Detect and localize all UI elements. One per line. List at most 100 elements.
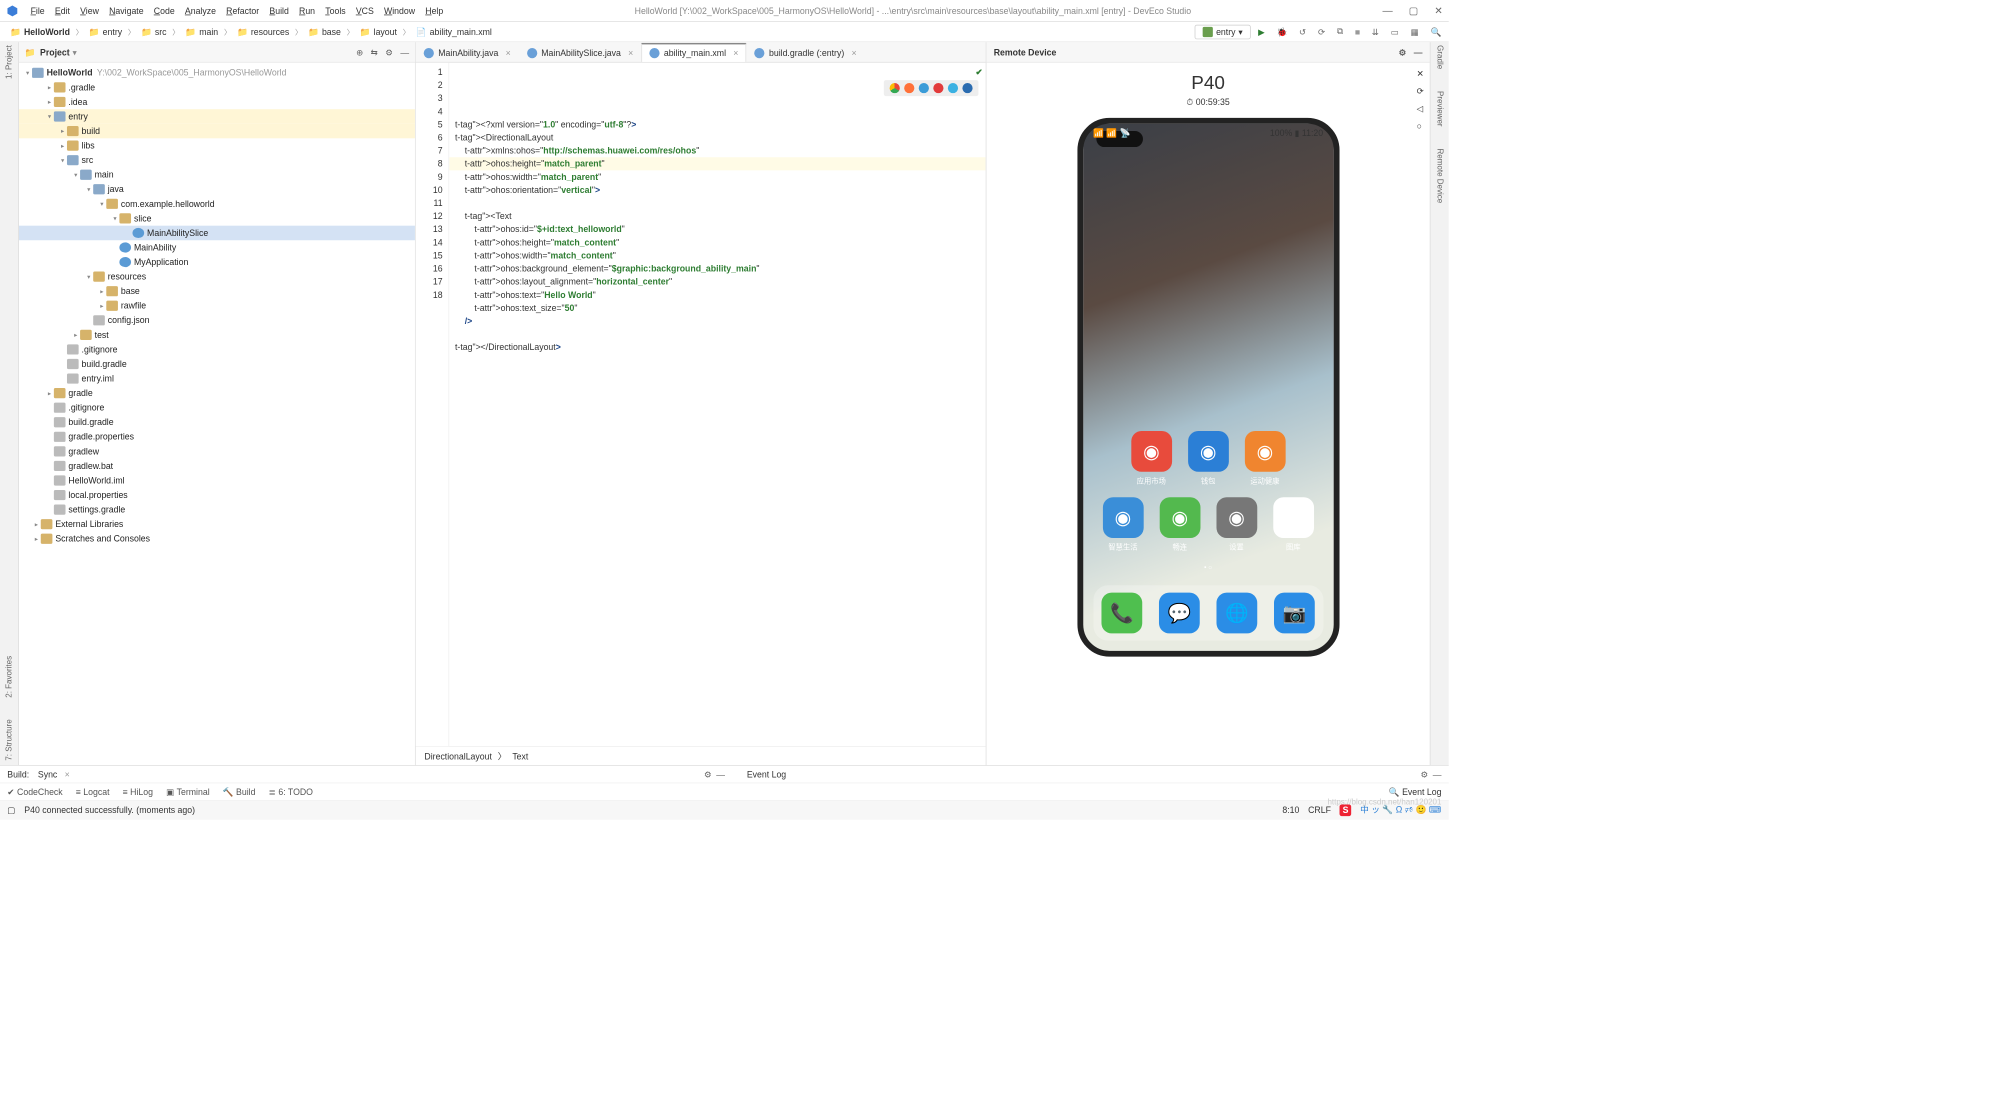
tree-node[interactable]: ▸base xyxy=(19,284,415,299)
tree-node[interactable]: ▸build xyxy=(19,124,415,139)
tree-node[interactable]: gradle.properties xyxy=(19,430,415,445)
breadcrumb-item[interactable]: 📁 resources xyxy=(234,25,292,38)
tool-tab-previewer[interactable]: Previewer xyxy=(1435,91,1444,127)
gear-icon[interactable]: ⚙ xyxy=(1420,769,1428,779)
menu-edit[interactable]: Edit xyxy=(55,5,70,15)
code-line[interactable]: /> xyxy=(455,314,986,327)
code-line[interactable]: t-attr">ohos:background_element="$graphi… xyxy=(455,262,986,275)
bottom-tab-build[interactable]: 🔨 Build xyxy=(223,787,256,797)
tree-node[interactable]: build.gradle xyxy=(19,415,415,430)
tree-node[interactable]: ▸rawfile xyxy=(19,298,415,313)
menu-tools[interactable]: Tools xyxy=(325,5,345,15)
tree-node[interactable]: ▾main xyxy=(19,167,415,182)
tree-node[interactable]: ▸External Libraries xyxy=(19,517,415,532)
code-line[interactable]: t-attr">ohos:id="$+id:text_helloworld" xyxy=(455,223,986,236)
line-separator[interactable]: CRLF xyxy=(1308,805,1331,815)
hide-icon[interactable]: — xyxy=(1433,769,1442,779)
close-button[interactable]: ✕ xyxy=(1434,4,1443,16)
settings-icon[interactable]: ⚙ xyxy=(1399,47,1407,57)
tree-node[interactable]: ▸.idea xyxy=(19,95,415,110)
dock-icon[interactable]: 📞 xyxy=(1101,593,1142,634)
tool-tab-gradle[interactable]: Gradle xyxy=(1435,45,1444,69)
avd-button[interactable]: ▭ xyxy=(1391,27,1399,37)
opera-icon[interactable] xyxy=(933,83,943,93)
editor-tab[interactable]: MainAbility.java× xyxy=(416,43,519,62)
editor-tab[interactable]: ability_main.xml× xyxy=(641,43,746,62)
safari-icon[interactable] xyxy=(919,83,929,93)
app-icon[interactable]: ◉智慧生活 xyxy=(1103,497,1144,552)
code-editor[interactable]: ✔ t-tag"><?xml version="1.0" encoding="u… xyxy=(449,63,986,747)
app-icon[interactable]: ◉应用市场 xyxy=(1131,431,1172,486)
dock-icon[interactable]: 🌐 xyxy=(1216,593,1257,634)
tree-node[interactable]: MainAbility xyxy=(19,240,415,255)
bottom-tab-terminal[interactable]: ▣ Terminal xyxy=(166,787,210,797)
debug-button[interactable]: 🐞 xyxy=(1276,27,1287,37)
close-tab-icon[interactable]: × xyxy=(65,769,70,779)
code-line[interactable]: t-attr">ohos:text="Hello World" xyxy=(455,288,986,301)
tree-node[interactable]: config.json xyxy=(19,313,415,328)
tree-node[interactable]: ▾src xyxy=(19,153,415,168)
tree-node[interactable]: ▸test xyxy=(19,328,415,343)
app-icon[interactable]: ◉设置 xyxy=(1216,497,1257,552)
tree-node[interactable]: settings.gradle xyxy=(19,502,415,517)
dock-icon[interactable]: 💬 xyxy=(1159,593,1200,634)
tree-node[interactable]: ▸Scratches and Consoles xyxy=(19,531,415,546)
code-line[interactable]: t-tag"><?xml version="1.0" encoding="utf… xyxy=(455,118,986,131)
editor-tab[interactable]: MainAbilitySlice.java× xyxy=(519,43,642,62)
code-line[interactable]: t-attr">ohos:text_size="50" xyxy=(455,301,986,314)
tree-node[interactable]: gradlew.bat xyxy=(19,459,415,474)
code-line[interactable]: t-attr">xmlns:ohos="http://schemas.huawe… xyxy=(455,144,986,157)
hide-icon[interactable]: — xyxy=(1414,47,1423,57)
event-log-tab[interactable]: 🔍 Event Log xyxy=(1389,787,1442,797)
rotate-icon[interactable]: ⟳ xyxy=(1417,86,1424,96)
tree-node[interactable]: ▸libs xyxy=(19,138,415,153)
run-button[interactable]: ▶ xyxy=(1258,27,1265,37)
editor-tab[interactable]: build.gradle (:entry)× xyxy=(746,43,864,62)
locate-icon[interactable]: ⊕ xyxy=(356,47,363,57)
code-line[interactable]: t-attr">ohos:height="match_parent" xyxy=(455,157,986,170)
build-sync-tab[interactable]: Sync xyxy=(38,769,57,779)
code-line[interactable] xyxy=(455,197,986,210)
close-tab-icon[interactable]: × xyxy=(852,48,857,58)
code-line[interactable]: t-attr">ohos:layout_alignment="horizonta… xyxy=(455,275,986,288)
maximize-button[interactable]: ▢ xyxy=(1409,4,1419,16)
code-line[interactable]: t-tag"><Text xyxy=(455,210,986,223)
menu-navigate[interactable]: Navigate xyxy=(109,5,143,15)
menu-analyze[interactable]: Analyze xyxy=(185,5,216,15)
close-device-icon[interactable]: ✕ xyxy=(1417,68,1424,78)
breadcrumb-item[interactable]: 📁 main xyxy=(182,25,221,38)
sdk-button[interactable]: ▦ xyxy=(1411,27,1419,37)
bottom-tab-hilog[interactable]: ≡ HiLog xyxy=(123,787,153,797)
code-line[interactable]: t-attr">ohos:height="match_content" xyxy=(455,236,986,249)
circle-icon[interactable]: ○ xyxy=(1417,121,1424,131)
bottom-tab-logcat[interactable]: ≡ Logcat xyxy=(76,787,110,797)
menu-view[interactable]: View xyxy=(80,5,99,15)
expand-icon[interactable]: ⇆ xyxy=(371,47,378,57)
code-line[interactable] xyxy=(455,328,986,341)
phone-preview[interactable]: 📶 📶 📡 100% ▮ 11:20 ◉应用市场◉钱包◉运动健康 ◉智慧生活◉畅… xyxy=(1077,118,1339,657)
tree-node[interactable]: entry.iml xyxy=(19,371,415,386)
menu-run[interactable]: Run xyxy=(299,5,315,15)
breadcrumb-item[interactable]: 📁 src xyxy=(138,25,169,38)
dock-icon[interactable]: 📷 xyxy=(1274,593,1315,634)
menu-build[interactable]: Build xyxy=(269,5,288,15)
tree-node[interactable]: MainAbilitySlice xyxy=(19,226,415,241)
menu-vcs[interactable]: VCS xyxy=(356,5,374,15)
breadcrumb-item[interactable]: 📁 entry xyxy=(86,25,125,38)
breadcrumb-item[interactable]: 📁 layout xyxy=(357,25,400,38)
phone-dock[interactable]: 📞 💬 🌐 📷 xyxy=(1093,585,1323,640)
app-icon[interactable]: ◉畅连 xyxy=(1159,497,1200,552)
tool-tab-favorites[interactable]: 2: Favorites xyxy=(5,656,14,698)
bottom-tab-codecheck[interactable]: ✔ CodeCheck xyxy=(7,787,62,797)
tree-root[interactable]: ▾HelloWorldY:\002_WorkSpace\005_HarmonyO… xyxy=(19,66,415,81)
attach-button[interactable]: ⧉ xyxy=(1337,26,1343,37)
app-icon[interactable]: ◉运动健康 xyxy=(1245,431,1286,486)
app-icon[interactable]: ◉钱包 xyxy=(1188,431,1229,486)
menu-file[interactable]: File xyxy=(31,5,45,15)
code-crumb-root[interactable]: DirectionalLayout xyxy=(424,751,491,761)
chrome-icon[interactable] xyxy=(890,83,900,93)
tree-node[interactable]: ▾com.example.helloworld xyxy=(19,197,415,212)
ie-icon[interactable] xyxy=(948,83,958,93)
tree-node[interactable]: HelloWorld.iml xyxy=(19,473,415,488)
project-view-label[interactable]: Project xyxy=(40,47,70,57)
